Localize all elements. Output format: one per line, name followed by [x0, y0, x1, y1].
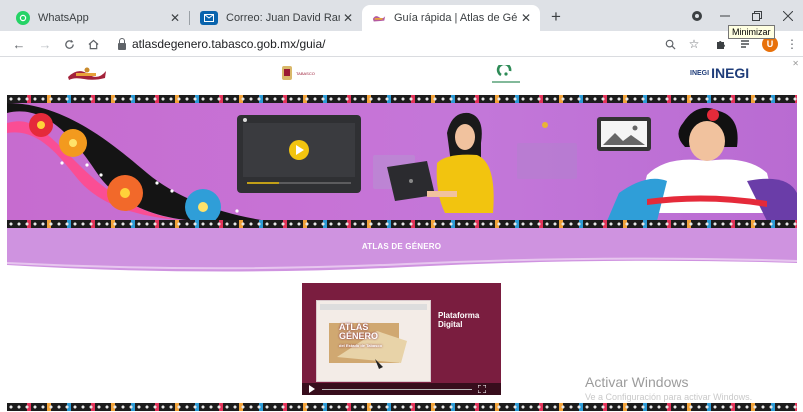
video-brand-line2: GÉNERO: [339, 331, 379, 341]
tab-title: Correo: Juan David Ramón - Outl: [226, 12, 340, 24]
inegi-logo-text: INEGI: [711, 65, 750, 81]
tab-strip: WhatsApp ✕ Correo: Juan David Ramón - Ou…: [0, 0, 803, 31]
play-icon[interactable]: [308, 385, 316, 393]
header-logos: TABASCO INEGI INEGI ✕: [0, 57, 803, 95]
close-tab-icon[interactable]: ✕: [340, 10, 356, 26]
video-title: Plataforma Digital: [438, 311, 480, 329]
video-controls[interactable]: [302, 383, 501, 395]
close-tab-icon[interactable]: ✕: [167, 10, 183, 26]
outlook-icon: [200, 11, 218, 25]
tab-atlas-genero[interactable]: Guía rápida | Atlas de Género de ✕: [362, 5, 540, 31]
ribbon-wave: [7, 257, 797, 277]
browser-toolbar: ← → atlasdegenero.tabasco.gob.mx/guia/ ☆…: [0, 31, 803, 57]
video-screen: ATLAS GÉNERO del Estado de Tabasco: [316, 300, 431, 382]
search-icon[interactable]: [662, 36, 678, 52]
video-player-illustration: [237, 115, 361, 193]
secretaria-logo[interactable]: [490, 65, 522, 85]
home-button[interactable]: [84, 35, 102, 53]
scroll-close-icon[interactable]: ✕: [792, 59, 799, 68]
image-card-illustration: [597, 117, 651, 151]
windows-watermark-sub: Ve a Configuración para activar Windows.: [585, 392, 753, 402]
extensions-icon[interactable]: [713, 36, 729, 52]
embroidery-band-bottom: [7, 403, 797, 411]
close-window-button[interactable]: [772, 0, 803, 31]
hibiscus-blue: [185, 189, 221, 221]
fullscreen-icon[interactable]: [478, 385, 486, 393]
embroidery-band-top: [7, 95, 797, 103]
gobierno-logo[interactable]: [66, 65, 108, 83]
video-progress[interactable]: [322, 389, 472, 390]
hero-banner: [7, 103, 797, 221]
web-page: TABASCO INEGI INEGI ✕ ATLAS DE GÉNERO AT…: [0, 57, 803, 412]
embroidery-band-hero: [7, 220, 797, 228]
forward-button[interactable]: →: [36, 35, 54, 53]
tab-whatsapp[interactable]: WhatsApp ✕: [6, 5, 189, 31]
whatsapp-icon: [16, 11, 30, 25]
minimize-tooltip: Minimizar: [728, 25, 775, 39]
hibiscus-orange: [59, 129, 87, 157]
tabasco-logo-text: TABASCO: [296, 70, 315, 76]
chrome-menu-icon[interactable]: ⋮: [784, 36, 800, 52]
tab-title: WhatsApp: [38, 12, 89, 24]
windows-watermark: Activar Windows: [585, 374, 689, 390]
woman-laptop-illustration: [373, 112, 494, 213]
inegi-logo-prefix: INEGI: [690, 69, 710, 77]
hero-illustration: [7, 103, 797, 221]
tab-outlook[interactable]: Correo: Juan David Ramón - Outl ✕: [190, 5, 362, 31]
hibiscus-orange-2: [107, 175, 143, 211]
tab-title: Guía rápida | Atlas de Género de: [394, 12, 518, 24]
floating-screen: [517, 143, 577, 179]
tabasco-logo[interactable]: TABASCO: [281, 65, 315, 81]
inegi-logo[interactable]: INEGI INEGI: [690, 65, 749, 81]
bookmark-star-icon[interactable]: ☆: [686, 36, 702, 52]
section-title: ATLAS DE GÉNERO: [361, 242, 442, 251]
lock-icon: [118, 37, 126, 50]
back-button[interactable]: ←: [10, 35, 28, 53]
atlas-favicon: [372, 11, 386, 25]
address-bar[interactable]: atlasdegenero.tabasco.gob.mx/guia/: [108, 34, 708, 54]
video-brand-line3: del Estado de Tabasco: [339, 343, 383, 348]
close-tab-icon[interactable]: ✕: [518, 10, 534, 26]
guide-video[interactable]: ATLAS GÉNERO del Estado de Tabasco Plata…: [302, 283, 501, 395]
url-text: atlasdegenero.tabasco.gob.mx/guia/: [132, 37, 326, 51]
hibiscus-red: [29, 113, 53, 137]
new-tab-button[interactable]: +: [547, 7, 565, 26]
video-screen-brand: ATLAS GÉNERO del Estado de Tabasco: [339, 323, 382, 350]
reload-button[interactable]: [60, 35, 78, 53]
